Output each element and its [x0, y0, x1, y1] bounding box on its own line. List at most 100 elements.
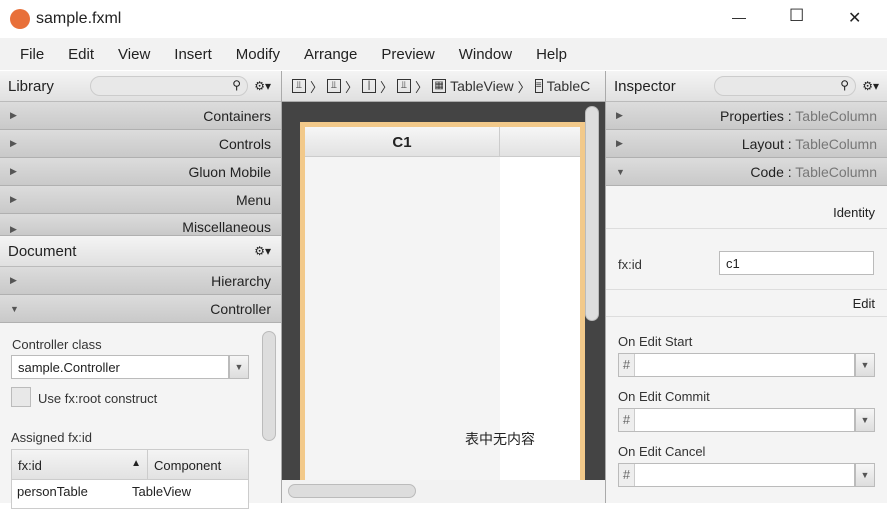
chevron-right-icon: 〉: [310, 79, 324, 95]
table-view-icon: ▦: [432, 79, 447, 93]
vertical-scrollbar[interactable]: [585, 106, 599, 321]
fxid-input[interactable]: c1: [719, 251, 874, 275]
breadcrumb-tablecolumn[interactable]: TableC: [547, 78, 591, 94]
column-header-c1[interactable]: C1: [305, 127, 500, 156]
triangle-right-icon: ▶: [10, 110, 17, 120]
on-edit-start-dropdown[interactable]: ▼: [855, 353, 875, 377]
breadcrumb-tableview[interactable]: TableView: [450, 78, 514, 94]
triangle-right-icon: ▶: [10, 194, 17, 204]
on-edit-cancel-input[interactable]: #: [618, 463, 855, 487]
controller-class-label: Controller class: [12, 337, 102, 352]
window-title: sample.fxml: [36, 10, 122, 27]
menu-arrange[interactable]: Arrange: [304, 46, 357, 63]
library-section-controls[interactable]: ▶ Controls: [0, 130, 281, 158]
maximize-button[interactable]: ☐: [789, 6, 804, 26]
section-label: Properties: [720, 107, 784, 124]
triangle-right-icon: ▶: [616, 110, 623, 120]
chevron-right-icon: 〉: [380, 79, 394, 95]
inspector-section-code[interactable]: ▼ Code : TableColumn: [606, 158, 887, 186]
on-edit-commit-dropdown[interactable]: ▼: [855, 408, 875, 432]
menu-edit[interactable]: Edit: [68, 46, 94, 63]
split-pane-icon[interactable]: |: [362, 79, 377, 93]
inspector-panel: Inspector ⚲ ⚙▾ ▶ Properties : TableColumn…: [605, 71, 887, 503]
controller-class-value: sample.Controller: [18, 359, 120, 375]
fx-root-label: Use fx:root construct: [38, 391, 158, 406]
menu-file[interactable]: File: [20, 46, 44, 63]
horizontal-scrollbar-track: [282, 480, 605, 503]
menu-bar: File Edit View Insert Modify Arrange Pre…: [0, 38, 887, 70]
triangle-down-icon: ▼: [10, 303, 19, 314]
triangle-right-icon: ▶: [10, 275, 17, 285]
identity-heading: Identity: [833, 205, 875, 220]
anchor-pane-icon[interactable]: ⫫: [327, 79, 342, 93]
controller-class-input[interactable]: sample.Controller: [11, 355, 229, 379]
sort-ascending-icon: ▲: [131, 458, 141, 469]
section-label: Controller: [210, 300, 271, 317]
minimize-button[interactable]: —: [732, 9, 746, 25]
library-section-containers[interactable]: ▶ Containers: [0, 102, 281, 130]
library-section-miscellaneous[interactable]: ▶ Miscellaneous: [0, 214, 281, 236]
menu-view[interactable]: View: [118, 46, 150, 63]
menu-help[interactable]: Help: [536, 46, 567, 63]
document-scrollbar[interactable]: [262, 331, 276, 441]
triangle-right-icon: ▶: [10, 166, 17, 176]
chevron-right-icon: 〉: [345, 79, 359, 95]
triangle-down-icon: ▼: [616, 166, 625, 177]
library-section-menu[interactable]: ▶ Menu: [0, 186, 281, 214]
section-label: Gluon Mobile: [188, 163, 272, 180]
menu-window[interactable]: Window: [459, 46, 512, 63]
divider: [606, 289, 887, 290]
left-panel: Library ⚲ ⚙▾ ▶ Containers ▶ Controls ▶ Gluo…: [0, 71, 282, 509]
triangle-right-icon: ▶: [10, 224, 17, 234]
edit-heading: Edit: [852, 296, 875, 311]
anchor-pane-icon[interactable]: ⫫: [292, 79, 306, 93]
controller-class-dropdown[interactable]: ▼: [229, 355, 249, 379]
column-header-fxid[interactable]: fx:id ▲: [12, 450, 148, 479]
triangle-right-icon: ▶: [616, 138, 623, 148]
menu-preview[interactable]: Preview: [381, 46, 434, 63]
header-label: Component: [154, 458, 222, 473]
document-section-controller[interactable]: ▼ Controller: [0, 295, 281, 323]
on-edit-start-label: On Edit Start: [618, 334, 693, 349]
assigned-fxid-label: Assigned fx:id: [11, 430, 92, 445]
document-header: Document ⚙▾: [0, 236, 281, 267]
document-section-hierarchy[interactable]: ▶ Hierarchy: [0, 267, 281, 295]
section-label: Menu: [235, 191, 271, 208]
assigned-table: fx:id ▲ Component personTable TableView: [11, 449, 249, 509]
gear-icon[interactable]: ⚙▾: [254, 244, 271, 258]
table-view-preview[interactable]: C1 表中无内容: [300, 122, 585, 487]
hash-prefix: #: [619, 464, 635, 486]
gear-icon[interactable]: ⚙▾: [862, 79, 879, 93]
code-pane: Identity fx:id c1 Edit On Edit Start # ▼…: [606, 186, 887, 506]
column-header-component[interactable]: Component: [148, 450, 227, 479]
cell-fxid: personTable: [17, 484, 88, 499]
on-edit-cancel-dropdown[interactable]: ▼: [855, 463, 875, 487]
inspector-section-properties[interactable]: ▶ Properties : TableColumn: [606, 102, 887, 130]
fx-root-checkbox[interactable]: [11, 387, 31, 407]
inspector-section-layout[interactable]: ▶ Layout : TableColumn: [606, 130, 887, 158]
controller-pane: Controller class sample.Controller ▼ Use…: [0, 323, 281, 509]
table-header: fx:id ▲ Component: [12, 450, 248, 480]
menu-modify[interactable]: Modify: [236, 46, 280, 63]
breadcrumb: ⫫ 〉 ⫫ 〉 | 〉 ⫫ 〉 ▦ TableView 〉 ≡ TableC: [282, 71, 605, 102]
inspector-search-input[interactable]: ⚲: [714, 76, 856, 96]
menu-insert[interactable]: Insert: [174, 46, 212, 63]
table-column-icon: ≡: [534, 79, 543, 93]
section-target: TableColumn: [795, 163, 877, 180]
table-header: C1: [305, 127, 580, 157]
close-button[interactable]: ✕: [848, 8, 861, 28]
horizontal-scrollbar[interactable]: [288, 484, 416, 498]
gear-icon[interactable]: ⚙▾: [254, 79, 271, 93]
section-target: TableColumn: [795, 135, 877, 152]
library-section-gluon-mobile[interactable]: ▶ Gluon Mobile: [0, 158, 281, 186]
divider: [606, 316, 887, 317]
fxid-value: c1: [726, 255, 740, 271]
cell-component: TableView: [132, 484, 192, 499]
section-target: TableColumn: [795, 107, 877, 124]
inspector-title: Inspector: [614, 77, 676, 95]
table-row[interactable]: personTable TableView: [12, 480, 248, 500]
anchor-pane-icon[interactable]: ⫫: [397, 79, 412, 93]
library-search-input[interactable]: ⚲: [90, 76, 248, 96]
on-edit-commit-input[interactable]: #: [618, 408, 855, 432]
on-edit-start-input[interactable]: #: [618, 353, 855, 377]
